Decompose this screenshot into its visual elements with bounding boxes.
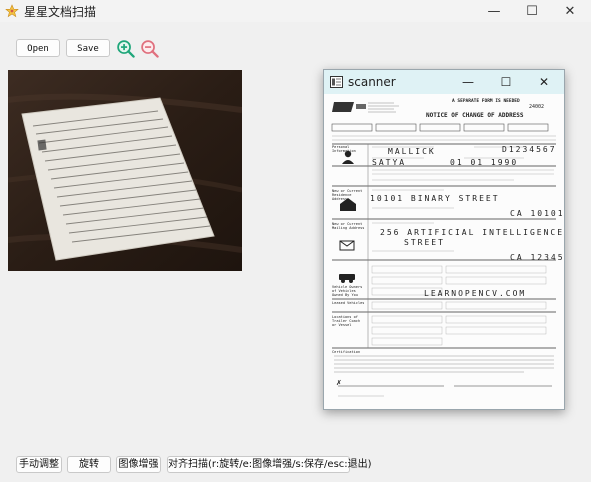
handwritten-city-zip: CA 10101 (510, 209, 564, 218)
zoom-out-icon[interactable] (140, 39, 159, 58)
form-heading: NOTICE OF CHANGE OF ADDRESS (426, 112, 524, 119)
form-lines-graphic: ✗ (331, 102, 556, 397)
section-mailing: New or Current Mailing Address (332, 222, 365, 230)
minimize-icon: — (487, 3, 501, 19)
handwritten-first-name: SATYA (372, 158, 407, 167)
handwritten-mailing-street2: STREET (404, 238, 445, 247)
section-certification: Certification (332, 350, 361, 354)
minimize-icon: — (462, 75, 474, 89)
scanner-minimize-button[interactable]: — (449, 70, 487, 94)
form-code: 24002 (529, 104, 545, 110)
section-new-address: New or Current Residence Address (332, 189, 363, 201)
section-vehicle: Vehicle Owners of Vehicles Owned By You (332, 285, 363, 297)
maximize-icon: ☐ (500, 75, 512, 89)
section-personal: Personal Information (332, 145, 356, 153)
app-icon (5, 4, 19, 18)
scanner-maximize-button[interactable]: ☐ (487, 70, 525, 94)
handwritten-website: LEARNOPENCV.COM (424, 289, 527, 298)
svg-text:✗: ✗ (336, 379, 342, 387)
align-scan-button[interactable]: 对齐扫描(r:旋转/e:图像增强/s:保存/esc:退出) (167, 456, 372, 473)
scanner-title: scanner (348, 75, 396, 89)
window-title: 星星文档扫描 (24, 5, 97, 19)
manual-adjust-button[interactable]: 手动调整 (16, 456, 62, 473)
maximize-button[interactable]: ☐ (513, 0, 551, 22)
scanner-titlebar: scanner — ☐ ✕ (324, 70, 564, 94)
open-button[interactable]: Open (16, 39, 60, 57)
main-titlebar: 星星文档扫描 — ☐ ✕ (0, 0, 591, 22)
scanned-document: ✗ A SEPARATE FORM IS NEEDED NOTICE OF CH… (324, 94, 564, 409)
minimize-button[interactable]: — (475, 0, 513, 22)
handwritten-mailing-zip: CA 12345 (510, 253, 564, 262)
section-leased: Leased Vehicles (332, 301, 365, 305)
handwritten-id-number: D1234567 (502, 145, 557, 154)
source-photo (8, 70, 242, 271)
save-button[interactable]: Save (66, 39, 110, 57)
scanner-window[interactable]: scanner — ☐ ✕ ✗ A SEPARATE FORM IS NEEDE… (323, 69, 565, 410)
handwritten-street: 10101 BINARY STREET (370, 194, 500, 203)
close-icon: ✕ (538, 75, 550, 89)
image-enhance-button[interactable]: 图像增强 (116, 456, 161, 473)
zoom-in-icon[interactable] (116, 39, 135, 58)
close-button[interactable]: ✕ (551, 0, 589, 22)
section-boats: Locations of Trailer Coach or Vessel (332, 315, 361, 327)
rotate-button[interactable]: 旋转 (67, 456, 111, 473)
form-header-note: A SEPARATE FORM IS NEEDED (452, 99, 520, 104)
maximize-icon: ☐ (526, 3, 538, 19)
handwritten-birth-date: 01 01 1990 (450, 158, 519, 167)
close-icon: ✕ (564, 3, 576, 19)
scanner-close-button[interactable]: ✕ (525, 70, 563, 94)
handwritten-last-name: MALLICK (388, 147, 436, 156)
handwritten-mailing-street: 256 ARTIFICIAL INTELLIGENCE (380, 228, 564, 237)
scanner-window-icon (330, 76, 343, 88)
photo-document-image (8, 70, 242, 271)
